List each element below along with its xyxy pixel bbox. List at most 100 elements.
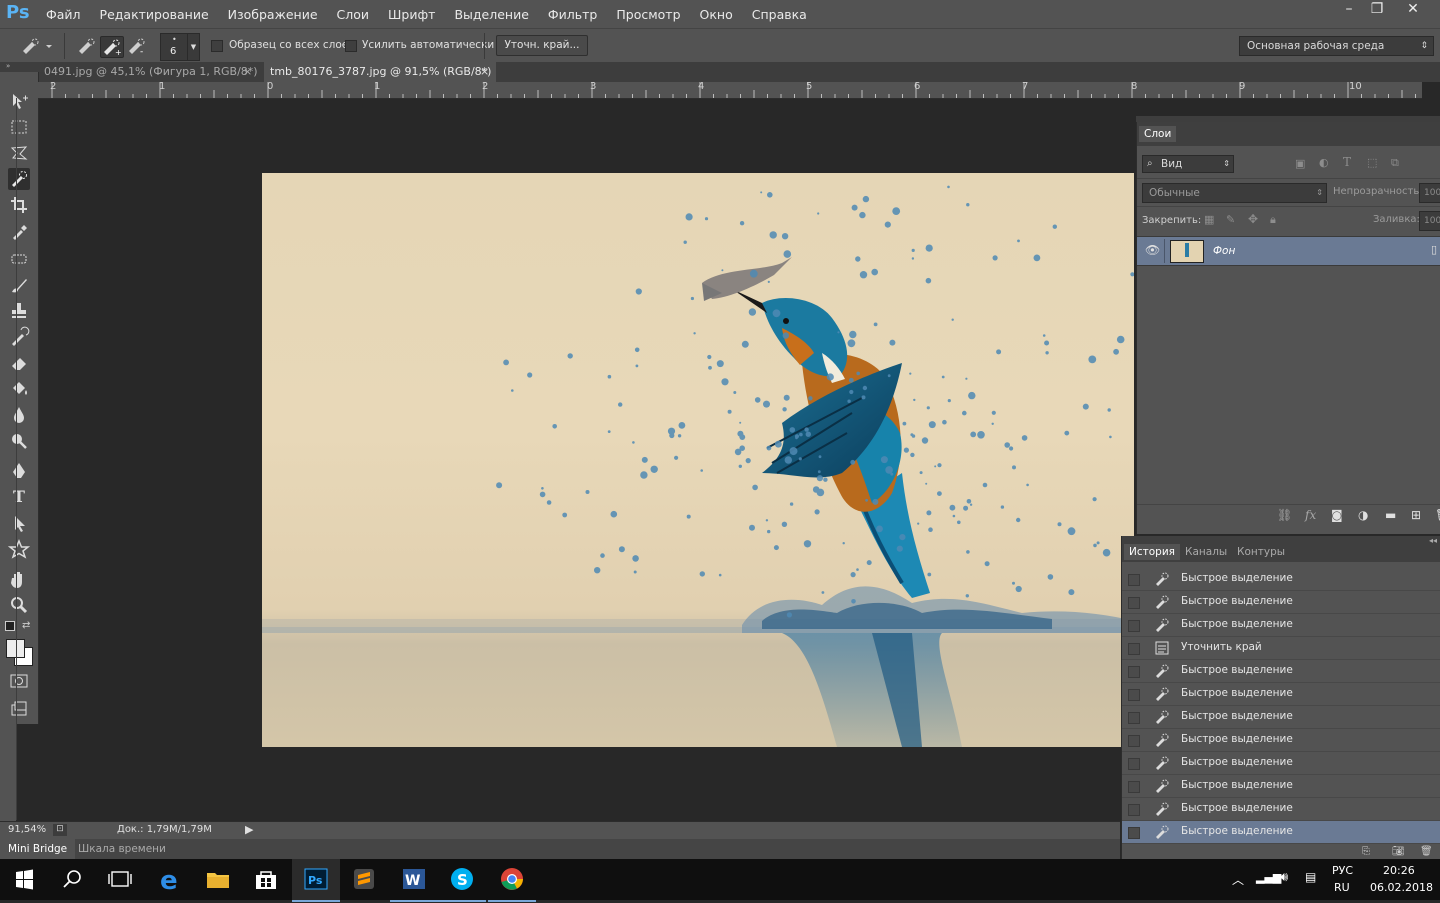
tab-close-icon[interactable]: × xyxy=(243,62,257,82)
skype-icon[interactable]: S xyxy=(438,859,486,902)
status-info-icon[interactable]: ⊡ xyxy=(53,824,67,836)
history-snapshot-checkbox[interactable] xyxy=(1128,666,1140,678)
snapshot-icon[interactable]: 📷︎ xyxy=(1392,846,1405,857)
chrome-icon[interactable] xyxy=(488,859,536,902)
history-row[interactable]: Быстрое выделение xyxy=(1122,821,1440,844)
menu-layers[interactable]: Слои xyxy=(337,7,370,22)
lasso-tool-icon[interactable] xyxy=(8,142,30,164)
hand-tool-icon[interactable] xyxy=(8,568,30,590)
lock-position-icon[interactable]: ✥ xyxy=(1248,212,1258,226)
tab-document-2[interactable]: tmb_80176_3787.jpg @ 91,5% (RGB/8*) xyxy=(264,62,496,82)
healing-brush-tool-icon[interactable] xyxy=(8,248,30,270)
auto-enhance-checkbox[interactable] xyxy=(345,40,357,52)
history-row[interactable]: Быстрое выделение xyxy=(1122,683,1440,706)
sublime-icon[interactable] xyxy=(340,859,388,900)
panel-collapse-icon[interactable]: ◂◂ xyxy=(1429,536,1437,545)
eraser-tool-icon[interactable] xyxy=(8,352,30,374)
new-group-icon[interactable]: ▬ xyxy=(1385,508,1396,522)
path-selection-tool-icon[interactable] xyxy=(8,512,30,534)
history-snapshot-checkbox[interactable] xyxy=(1128,689,1140,701)
new-selection-mode-icon[interactable] xyxy=(76,36,98,56)
menu-edit[interactable]: Редактирование xyxy=(100,7,209,22)
move-tool-icon[interactable] xyxy=(8,90,30,112)
tab-document-1[interactable]: 0491.jpg @ 45,1% (Фигура 1, RGB/8*) * xyxy=(38,62,266,98)
type-tool-icon[interactable]: T xyxy=(8,486,30,508)
screen-mode-icon[interactable] xyxy=(8,698,30,720)
smart-object-filter-icon[interactable]: ⧉ xyxy=(1391,156,1399,170)
clock-date[interactable]: 06.02.2018 xyxy=(1370,881,1433,894)
layer-filter-select[interactable]: ⌕ Вид ⇕ xyxy=(1142,155,1234,173)
workspace-select[interactable]: Основная рабочая среда ⇕ xyxy=(1239,36,1434,56)
history-snapshot-checkbox[interactable] xyxy=(1128,804,1140,816)
close-button[interactable]: ✕ xyxy=(1398,0,1428,20)
action-center-icon[interactable]: ▤ xyxy=(1305,870,1316,884)
lock-pixels-icon[interactable]: ✎ xyxy=(1226,213,1235,226)
blur-tool-icon[interactable] xyxy=(8,404,30,426)
default-colors-icon[interactable] xyxy=(5,621,15,631)
refine-edge-button[interactable]: Уточн. край... xyxy=(496,35,588,56)
history-row[interactable]: Быстрое выделение xyxy=(1122,614,1440,637)
history-snapshot-checkbox[interactable] xyxy=(1128,620,1140,632)
type-filter-icon[interactable]: T xyxy=(1343,155,1351,169)
blend-mode-select[interactable]: Обычные ⇕ xyxy=(1142,183,1327,203)
document-canvas[interactable] xyxy=(262,173,1134,747)
brush-size-dropdown-icon[interactable]: ▼ xyxy=(187,33,200,61)
menu-type[interactable]: Шрифт xyxy=(388,7,435,22)
history-row[interactable]: Быстрое выделение xyxy=(1122,660,1440,683)
adjustment-filter-icon[interactable]: ◐ xyxy=(1319,156,1329,169)
fill-input[interactable]: 100% xyxy=(1419,211,1440,231)
delete-state-icon[interactable]: 🗑︎ xyxy=(1420,846,1433,857)
minimize-button[interactable]: – xyxy=(1334,0,1364,20)
tab-paths[interactable]: Контуры xyxy=(1232,544,1290,560)
history-snapshot-checkbox[interactable] xyxy=(1128,643,1140,655)
quick-selection-tool-icon[interactable] xyxy=(8,168,30,190)
add-to-selection-icon[interactable]: + xyxy=(100,36,124,58)
crop-tool-icon[interactable] xyxy=(8,194,30,216)
new-document-from-state-icon[interactable]: ⎘ xyxy=(1362,846,1370,857)
menu-file[interactable]: Файл xyxy=(46,7,81,22)
link-layers-icon[interactable]: ⛓︎ xyxy=(1277,508,1292,522)
subtract-from-selection-icon[interactable]: - xyxy=(126,36,148,57)
delete-layer-icon[interactable]: 🗑︎ xyxy=(1435,508,1440,522)
menu-view[interactable]: Просмотр xyxy=(616,7,680,22)
history-snapshot-checkbox[interactable] xyxy=(1128,597,1140,609)
history-brush-tool-icon[interactable] xyxy=(8,326,30,348)
lock-all-icon[interactable]: 🔒︎ xyxy=(1270,213,1276,227)
layer-row[interactable]: 👁︎ Фон ▯ xyxy=(1137,236,1440,266)
toolbox-collapse-icon[interactable]: » xyxy=(0,62,44,72)
custom-shape-tool-icon[interactable] xyxy=(7,538,31,560)
status-menu-arrow-icon[interactable]: ▶ xyxy=(245,823,253,836)
eyedropper-tool-icon[interactable] xyxy=(8,220,30,242)
tab-mini-bridge[interactable]: Mini Bridge xyxy=(0,839,76,859)
history-row[interactable]: Быстрое выделение xyxy=(1122,752,1440,775)
new-layer-icon[interactable]: ⊞ xyxy=(1411,508,1421,522)
tab-layers[interactable]: Слои xyxy=(1139,126,1177,142)
tool-preset-picker[interactable] xyxy=(20,36,52,56)
history-row[interactable]: Быстрое выделение xyxy=(1122,729,1440,752)
history-row[interactable]: Уточнить край xyxy=(1122,637,1440,660)
history-snapshot-checkbox[interactable] xyxy=(1128,712,1140,724)
history-row[interactable]: Быстрое выделение xyxy=(1122,706,1440,729)
network-icon[interactable]: ▂▄▆ xyxy=(1256,871,1281,884)
pixel-filter-icon[interactable]: ▣ xyxy=(1295,157,1305,170)
history-snapshot-checkbox[interactable] xyxy=(1128,758,1140,770)
adjustment-layer-icon[interactable]: ◑ xyxy=(1358,508,1368,522)
paint-bucket-tool-icon[interactable] xyxy=(8,378,30,400)
tab-history[interactable]: История xyxy=(1124,544,1180,560)
language-indicator[interactable]: РУС xyxy=(1332,864,1353,877)
swap-colors-icon[interactable]: ⇄ xyxy=(22,620,30,631)
tab-close-icon[interactable]: × xyxy=(480,62,494,82)
zoom-level[interactable]: 91,54% xyxy=(8,824,46,835)
history-row[interactable]: Быстрое выделение xyxy=(1122,798,1440,821)
brush-size-picker[interactable]: • 6 xyxy=(160,33,188,61)
brush-tool-icon[interactable] xyxy=(8,274,30,296)
tab-timeline[interactable]: Шкала времени xyxy=(78,839,166,859)
quick-mask-icon[interactable] xyxy=(8,670,30,692)
search-icon[interactable] xyxy=(48,859,96,900)
pen-tool-icon[interactable] xyxy=(8,460,30,482)
sample-all-layers-checkbox[interactable] xyxy=(211,40,223,52)
lock-transparent-icon[interactable]: ▦ xyxy=(1204,213,1214,226)
add-mask-icon[interactable]: ◙ xyxy=(1331,508,1343,522)
photoshop-icon[interactable]: Ps xyxy=(292,859,340,902)
chevron-up-icon[interactable]: ︿ xyxy=(1232,871,1244,888)
